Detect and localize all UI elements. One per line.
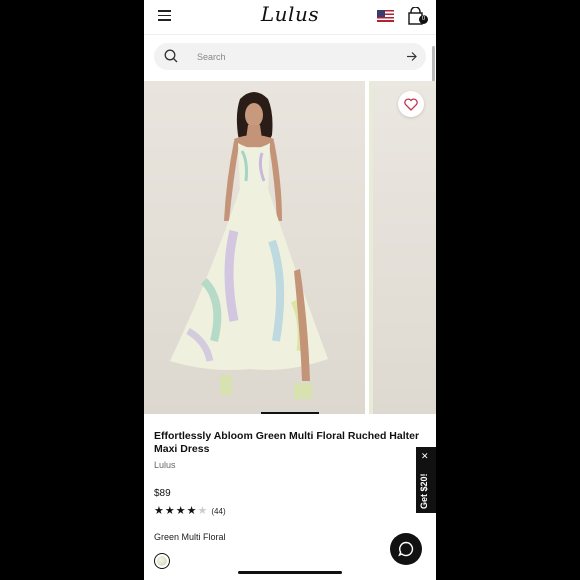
top-navigation-bar: Lulus 0 [144,0,436,35]
dress-detail [369,81,373,414]
home-indicator[interactable] [238,571,342,574]
search-icon [164,49,178,63]
us-flag-icon[interactable] [377,10,394,22]
chat-bubble-icon [398,541,414,557]
rating-stars[interactable]: ★ ★ ★ ★ ★ (44) [154,505,226,517]
chat-button[interactable] [390,533,422,565]
star-empty-icon: ★ [197,505,208,517]
model-in-dress-image [170,92,328,399]
carousel-position-indicator [261,412,319,414]
wishlist-button[interactable] [398,91,424,117]
color-swatch-selected[interactable] [154,553,170,569]
heart-icon [404,98,418,111]
arrow-right-icon[interactable] [406,51,417,62]
shopping-bag-button[interactable]: 0 [408,6,428,27]
product-price: $89 [154,488,171,499]
selected-color-name: Green Multi Floral [154,532,226,542]
search-input[interactable] [197,43,397,70]
promo-tab[interactable]: ✕ Get $20! [416,447,436,513]
search-bar[interactable] [154,43,426,70]
bag-count-badge: 0 [419,15,428,24]
product-title: Effortlessly Abloom Green Multi Floral R… [154,430,420,455]
swatch-fill [157,556,167,566]
star-filled-icon: ★ [164,505,175,517]
phone-screen: Lulus 0 Search Effortlessly Abloom Green… [144,0,436,580]
product-image-carousel[interactable] [144,81,436,414]
star-filled-icon: ★ [175,505,186,517]
star-filled-icon: ★ [154,505,164,517]
promo-label[interactable]: Get $20! [419,449,429,509]
logo-text: Lulus [260,2,320,26]
star-filled-icon: ★ [186,505,197,517]
product-image-secondary[interactable] [369,81,436,414]
product-image-main[interactable] [144,81,365,414]
review-count[interactable]: (44) [211,507,225,516]
product-brand[interactable]: Lulus [154,460,176,470]
